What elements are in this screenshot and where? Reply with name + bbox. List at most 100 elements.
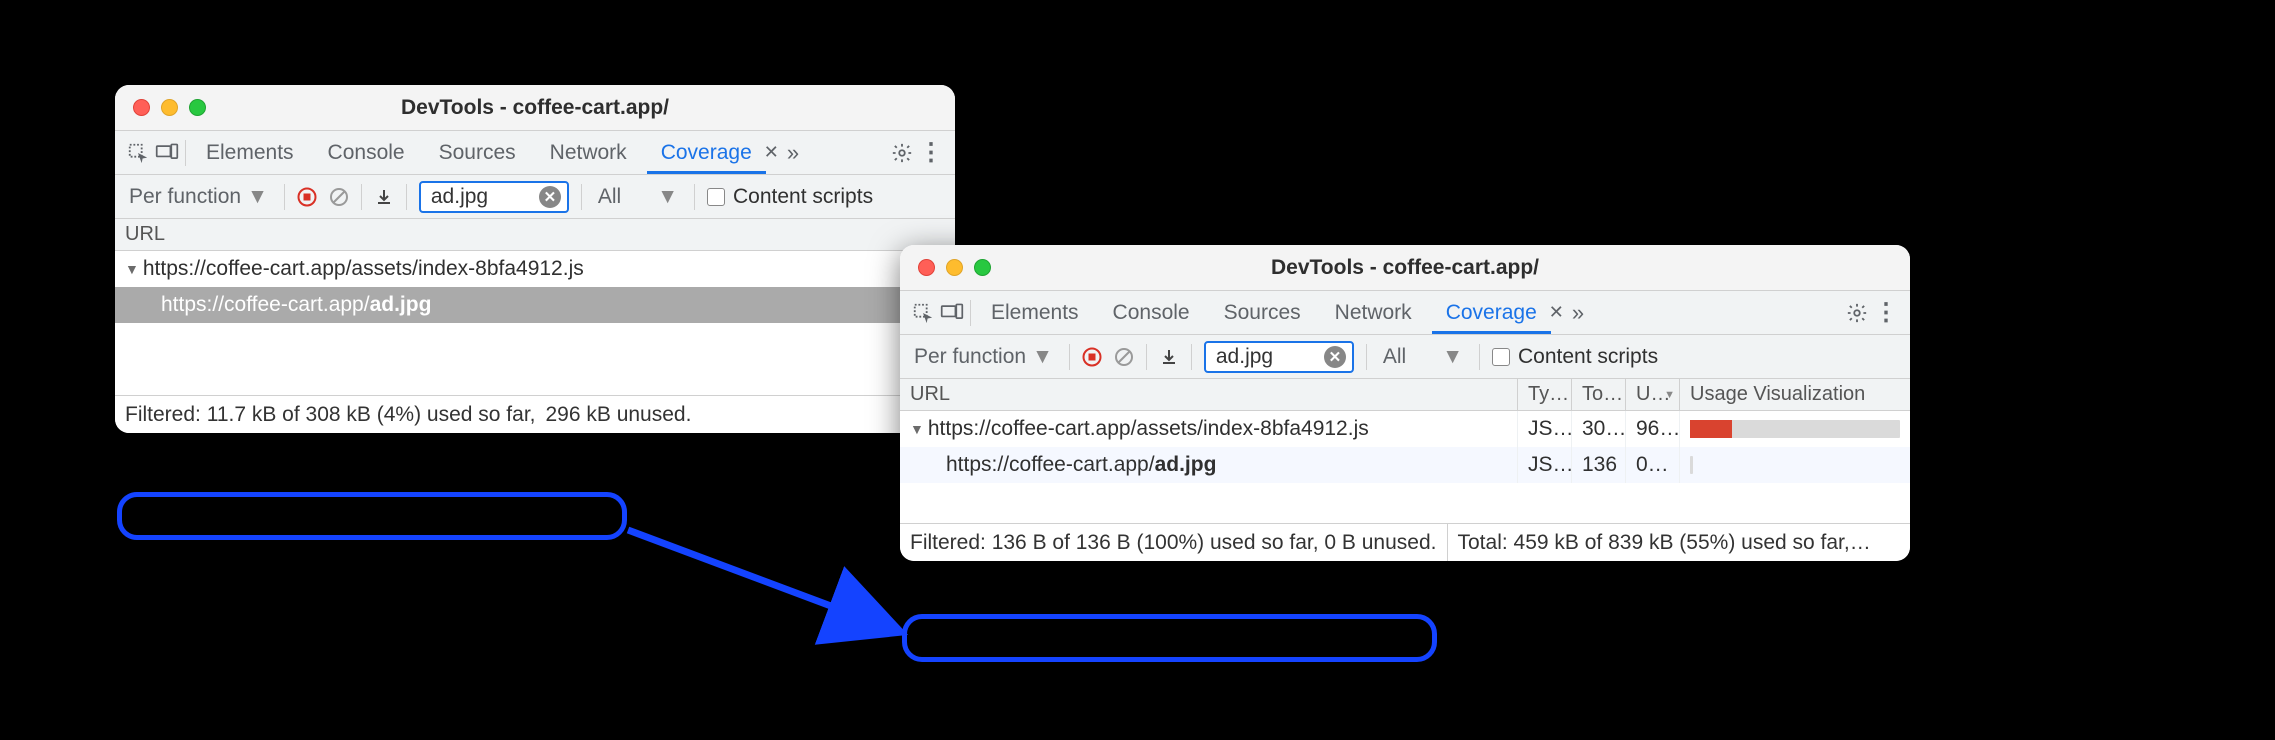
minimize-dot[interactable] bbox=[161, 99, 178, 116]
device-toggle-icon[interactable] bbox=[940, 302, 964, 324]
table-row[interactable]: ▼ https://coffee-cart.app/assets/index-8… bbox=[900, 411, 1910, 447]
tab-network[interactable]: Network bbox=[536, 131, 641, 174]
record-button-icon[interactable] bbox=[1082, 347, 1102, 367]
coverage-toolbar: Per function ▼ ad.jpg ✕ All ▼ Content sc… bbox=[115, 175, 955, 219]
clear-icon[interactable] bbox=[1114, 347, 1134, 367]
divider bbox=[185, 140, 186, 166]
titlebar[interactable]: DevTools - coffee-cart.app/ bbox=[900, 245, 1910, 291]
device-toggle-icon[interactable] bbox=[155, 142, 179, 164]
tab-sources[interactable]: Sources bbox=[425, 131, 530, 174]
content-scripts-checkbox[interactable]: Content scripts bbox=[707, 185, 873, 209]
minimize-dot[interactable] bbox=[946, 259, 963, 276]
tab-coverage[interactable]: Coverage bbox=[1432, 291, 1551, 334]
status-trunc: 296 kB unused. bbox=[545, 403, 701, 427]
col-url[interactable]: URL bbox=[900, 379, 1518, 410]
coverage-toolbar: Per function ▼ ad.jpg ✕ All ▼ Content sc… bbox=[900, 335, 1910, 379]
traffic-lights bbox=[133, 99, 206, 116]
cell-usage-viz bbox=[1680, 447, 1910, 483]
record-button-icon[interactable] bbox=[297, 187, 317, 207]
type-filter-label: All bbox=[598, 185, 621, 209]
window-title: DevTools - coffee-cart.app/ bbox=[131, 96, 939, 120]
filter-value: ad.jpg bbox=[1216, 345, 1273, 369]
tab-coverage[interactable]: Coverage bbox=[647, 131, 766, 174]
settings-gear-icon[interactable] bbox=[891, 142, 913, 164]
zoom-dot[interactable] bbox=[974, 259, 991, 276]
export-icon[interactable] bbox=[374, 187, 394, 207]
filter-value: ad.jpg bbox=[431, 185, 488, 209]
annotation-highlight-b bbox=[902, 614, 1437, 662]
tab-sources[interactable]: Sources bbox=[1210, 291, 1315, 334]
chevron-down-icon: ▼ bbox=[1032, 345, 1053, 369]
table-row[interactable]: https://coffee-cart.app/ad.jpg bbox=[115, 287, 955, 323]
traffic-lights bbox=[918, 259, 991, 276]
disclosure-icon[interactable]: ▼ bbox=[910, 421, 924, 437]
more-tabs-icon[interactable]: » bbox=[787, 140, 799, 166]
disclosure-icon[interactable]: ▼ bbox=[125, 261, 139, 277]
col-usage-viz[interactable]: Usage Visualization bbox=[1680, 379, 1910, 410]
close-dot[interactable] bbox=[918, 259, 935, 276]
tab-network[interactable]: Network bbox=[1321, 291, 1426, 334]
close-tab-icon[interactable]: ✕ bbox=[764, 142, 781, 163]
more-tabs-icon[interactable]: » bbox=[1572, 300, 1584, 326]
url-text: https://coffee-cart.app/ad.jpg bbox=[161, 293, 431, 317]
url-filter-input[interactable]: ad.jpg ✕ bbox=[1204, 341, 1354, 373]
tab-console[interactable]: Console bbox=[1099, 291, 1204, 334]
cell-total: 136 bbox=[1572, 447, 1626, 483]
type-filter-label: All bbox=[1383, 345, 1406, 369]
type-filter-dropdown[interactable]: All ▼ bbox=[594, 185, 682, 209]
clear-filter-icon[interactable]: ✕ bbox=[1324, 346, 1346, 368]
close-tab-icon[interactable]: ✕ bbox=[1549, 302, 1566, 323]
chevron-down-icon: ▼ bbox=[1442, 345, 1463, 369]
close-dot[interactable] bbox=[133, 99, 150, 116]
table-row[interactable]: ▼ https://coffee-cart.app/assets/index-8… bbox=[115, 251, 955, 287]
chevron-down-icon: ▼ bbox=[247, 185, 268, 209]
cell-usage-viz bbox=[1680, 411, 1910, 447]
window-title: DevTools - coffee-cart.app/ bbox=[916, 256, 1894, 280]
status-bar: Filtered: 11.7 kB of 308 kB (4%) used so… bbox=[115, 395, 955, 433]
settings-gear-icon[interactable] bbox=[1846, 302, 1868, 324]
content-scripts-checkbox[interactable]: Content scripts bbox=[1492, 345, 1658, 369]
cell-unused: 0… bbox=[1626, 447, 1680, 483]
col-url[interactable]: URL bbox=[115, 219, 955, 250]
cell-type: JS… bbox=[1518, 411, 1572, 447]
cell-unused: 96… bbox=[1626, 411, 1680, 447]
usage-bar bbox=[1690, 456, 1693, 474]
status-bar: Filtered: 136 B of 136 B (100%) used so … bbox=[900, 523, 1910, 561]
kebab-menu-icon[interactable]: ⋮ bbox=[919, 138, 943, 167]
inspect-icon[interactable] bbox=[912, 302, 934, 324]
chevron-down-icon: ▼ bbox=[657, 185, 678, 209]
zoom-dot[interactable] bbox=[189, 99, 206, 116]
col-total[interactable]: To… bbox=[1572, 379, 1626, 410]
status-filtered: Filtered: 11.7 kB of 308 kB (4%) used so… bbox=[115, 403, 545, 427]
usage-bar bbox=[1690, 420, 1900, 438]
annotation-highlight-a bbox=[117, 492, 627, 540]
col-unused[interactable]: U… ▼ bbox=[1626, 379, 1680, 410]
url-text: https://coffee-cart.app/assets/index-8bf… bbox=[928, 417, 1369, 441]
granularity-dropdown[interactable]: Per function ▼ bbox=[910, 345, 1057, 369]
devtools-window-a: DevTools - coffee-cart.app/ Elements Con… bbox=[115, 85, 955, 433]
kebab-menu-icon[interactable]: ⋮ bbox=[1874, 298, 1898, 327]
granularity-label: Per function bbox=[129, 185, 241, 209]
sort-desc-icon: ▼ bbox=[1664, 389, 1675, 401]
url-text: https://coffee-cart.app/ad.jpg bbox=[946, 453, 1216, 477]
clear-filter-icon[interactable]: ✕ bbox=[539, 186, 561, 208]
checkbox-icon bbox=[1492, 348, 1510, 366]
clear-icon[interactable] bbox=[329, 187, 349, 207]
content-scripts-label: Content scripts bbox=[733, 185, 873, 209]
granularity-label: Per function bbox=[914, 345, 1026, 369]
granularity-dropdown[interactable]: Per function ▼ bbox=[125, 185, 272, 209]
tab-elements[interactable]: Elements bbox=[192, 131, 308, 174]
status-total: Total: 459 kB of 839 kB (55%) used so fa… bbox=[1448, 531, 1911, 555]
url-filter-input[interactable]: ad.jpg ✕ bbox=[419, 181, 569, 213]
type-filter-dropdown[interactable]: All ▼ bbox=[1379, 345, 1467, 369]
tab-console[interactable]: Console bbox=[314, 131, 419, 174]
url-text: https://coffee-cart.app/assets/index-8bf… bbox=[143, 257, 584, 281]
titlebar[interactable]: DevTools - coffee-cart.app/ bbox=[115, 85, 955, 131]
export-icon[interactable] bbox=[1159, 347, 1179, 367]
col-type[interactable]: Ty… bbox=[1518, 379, 1572, 410]
table-body: ▼ https://coffee-cart.app/assets/index-8… bbox=[115, 251, 955, 395]
table-row[interactable]: https://coffee-cart.app/ad.jpg JS… 136 0… bbox=[900, 447, 1910, 483]
inspect-icon[interactable] bbox=[127, 142, 149, 164]
tab-elements[interactable]: Elements bbox=[977, 291, 1093, 334]
panel-tabs: Elements Console Sources Network Coverag… bbox=[115, 131, 955, 175]
